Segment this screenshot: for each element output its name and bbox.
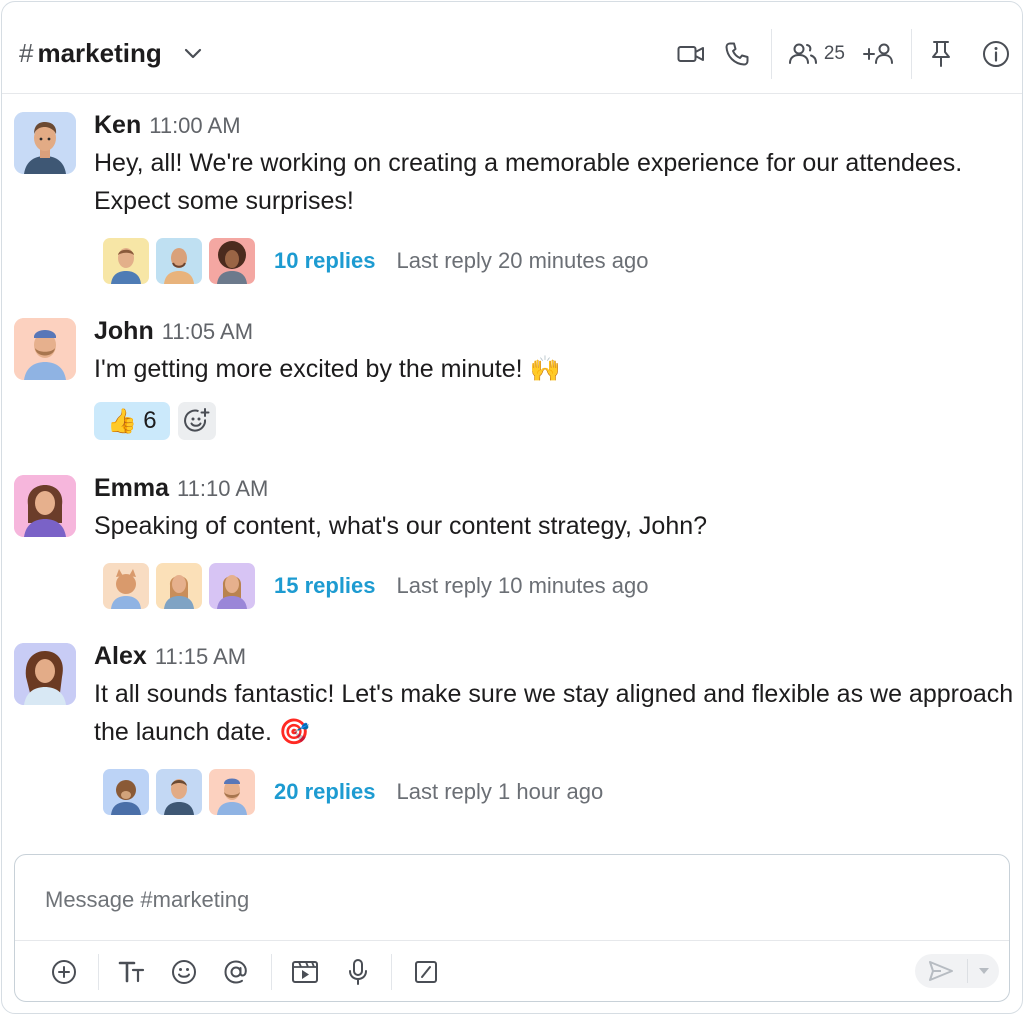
avatar[interactable] <box>14 318 76 380</box>
header-actions: 25 <box>669 29 1022 79</box>
message-text: I'm getting more excited by the minute! … <box>94 355 561 383</box>
composer-toolbar <box>15 954 1009 990</box>
reaction-chip[interactable]: 👍 6 <box>94 402 170 440</box>
timestamp[interactable]: 11:00 AM <box>149 113 240 139</box>
message-text: Hey, all! We're working on creating a me… <box>94 149 963 215</box>
author-name[interactable]: Emma <box>94 474 169 503</box>
last-reply-text: Last reply 20 minutes ago <box>396 248 649 273</box>
add-reaction-icon[interactable] <box>178 402 216 440</box>
author-name[interactable]: John <box>94 317 154 346</box>
video-clip-icon[interactable] <box>287 954 323 990</box>
channel-name: marketing <box>37 38 162 68</box>
timestamp[interactable]: 11:05 AM <box>162 319 253 345</box>
avatar <box>103 238 149 284</box>
channel-title-button[interactable]: # marketing <box>19 38 202 69</box>
avatar <box>156 769 202 815</box>
avatar <box>209 238 255 284</box>
phone-icon[interactable] <box>715 41 759 67</box>
timestamp[interactable]: 11:10 AM <box>177 476 268 502</box>
avatar[interactable] <box>14 112 76 174</box>
info-icon[interactable] <box>970 40 1022 68</box>
toolbar-divider <box>98 954 99 990</box>
members-icon <box>788 42 818 66</box>
avatar <box>103 769 149 815</box>
thread-summary[interactable]: 10 replies Last reply 20 minutes ago <box>103 238 648 284</box>
author-name[interactable]: Alex <box>94 642 147 671</box>
message-text: It all sounds fantastic! Let's make sure… <box>94 680 1014 746</box>
last-reply-text: Last reply 10 minutes ago <box>396 573 649 598</box>
avatar <box>156 238 202 284</box>
reactions-bar: 👍 6 <box>94 402 216 440</box>
thread-summary[interactable]: 15 replies Last reply 10 minutes ago <box>103 563 648 609</box>
chevron-down-icon[interactable] <box>968 954 999 988</box>
header-divider <box>770 29 772 79</box>
message-input[interactable]: Message #marketing <box>45 887 249 913</box>
replies-link[interactable]: 10 replies <box>274 248 376 274</box>
reaction-emoji: 👍 <box>107 407 138 435</box>
slash-command-icon[interactable] <box>408 954 444 990</box>
timestamp[interactable]: 11:15 AM <box>155 644 246 670</box>
pin-icon[interactable] <box>912 40 970 68</box>
toolbar-divider <box>391 954 392 990</box>
replies-link[interactable]: 20 replies <box>274 779 376 805</box>
add-member-icon[interactable] <box>859 42 899 66</box>
emoji-icon[interactable] <box>166 954 202 990</box>
members-button[interactable]: 25 <box>788 42 845 66</box>
send-button-group <box>915 954 999 988</box>
channel-header: # marketing 25 <box>2 2 1022 94</box>
message-composer: Message #marketing <box>14 854 1010 1002</box>
chat-window: # marketing 25 Ken 11:00 AM Hey, all! We… <box>1 1 1023 1014</box>
avatar <box>103 563 149 609</box>
author-name[interactable]: Ken <box>94 111 141 140</box>
message-text: Speaking of content, what's our content … <box>94 512 708 540</box>
text-format-icon[interactable] <box>114 954 150 990</box>
toolbar-divider <box>271 954 272 990</box>
avatar <box>156 563 202 609</box>
replies-link[interactable]: 15 replies <box>274 573 376 599</box>
send-icon[interactable] <box>915 954 967 988</box>
chevron-down-icon[interactable] <box>184 48 202 60</box>
composer-divider <box>15 940 1009 941</box>
member-count: 25 <box>823 43 845 64</box>
avatar[interactable] <box>14 643 76 705</box>
thread-summary[interactable]: 20 replies Last reply 1 hour ago <box>103 769 603 815</box>
mention-icon[interactable] <box>218 954 254 990</box>
video-camera-icon[interactable] <box>669 44 713 64</box>
last-reply-text: Last reply 1 hour ago <box>396 779 604 804</box>
avatar <box>209 769 255 815</box>
avatar[interactable] <box>14 475 76 537</box>
plus-circle-icon[interactable] <box>46 954 82 990</box>
avatar <box>209 563 255 609</box>
reaction-count: 6 <box>143 407 157 434</box>
channel-hash: # <box>19 38 34 68</box>
microphone-icon[interactable] <box>340 954 376 990</box>
